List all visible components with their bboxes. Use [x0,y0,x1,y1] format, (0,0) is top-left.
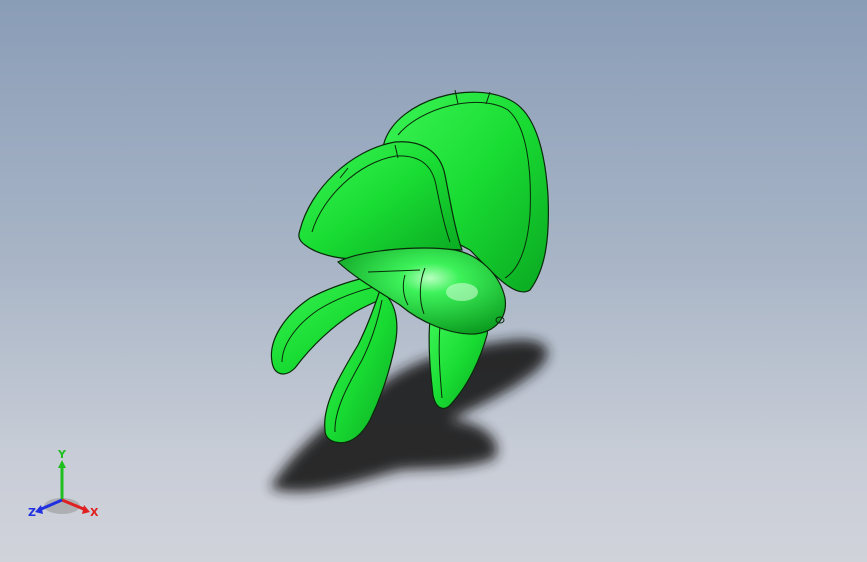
model-scene[interactable] [0,0,867,562]
reference-triad[interactable]: Y X Z [22,448,108,528]
model-shadow [270,339,548,492]
triad-y-label: Y [57,448,67,461]
triad-z-label: Z [28,506,36,519]
graphics-viewport[interactable]: Y X Z [0,0,867,562]
propeller-blade-upper-left[interactable] [298,141,463,260]
triad-x-arrow [82,505,90,514]
triad-x-label: X [90,506,99,519]
triad-z-arrow [35,505,43,514]
triad-y-arrow [58,460,66,468]
hub-nose-highlight [446,283,478,301]
